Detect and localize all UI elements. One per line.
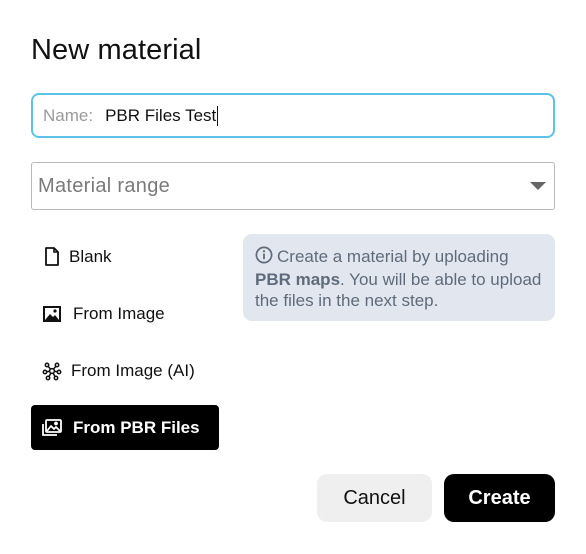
option-label: Blank [69, 246, 112, 266]
info-text-start: Create a material by uploading [277, 247, 509, 266]
name-input-prefix: Name: [43, 105, 94, 125]
info-box: Create a material by uploading PBR maps.… [243, 234, 555, 321]
info-text-bold: PBR maps [255, 270, 341, 289]
ai-nodes-icon [41, 360, 63, 382]
option-label: From Image [73, 303, 165, 323]
name-input[interactable]: Name: PBR Files Test [31, 93, 555, 138]
option-label: From Image (AI) [71, 360, 195, 380]
cancel-button[interactable]: Cancel [317, 474, 432, 522]
option-from-pbr-files[interactable]: From PBR Files [31, 405, 219, 450]
images-stack-icon [41, 417, 63, 439]
name-input-value[interactable]: PBR Files Test [105, 106, 216, 126]
dialog-title: New material [31, 34, 202, 66]
new-material-dialog: New material Name: PBR Files Test Materi… [0, 0, 586, 554]
option-label: From PBR Files [73, 417, 200, 437]
dropdown-arrow-icon[interactable] [530, 181, 546, 191]
option-from-image-ai[interactable]: From Image (AI) [31, 348, 219, 393]
material-range-select[interactable]: Material range [31, 162, 555, 210]
info-icon [255, 246, 273, 269]
create-button[interactable]: Create [444, 474, 555, 522]
material-range-placeholder: Material range [38, 174, 171, 197]
option-from-image[interactable]: From Image [31, 291, 219, 336]
file-icon [41, 246, 63, 268]
option-blank[interactable]: Blank [31, 234, 219, 279]
image-icon [41, 303, 63, 325]
text-caret [217, 105, 219, 126]
